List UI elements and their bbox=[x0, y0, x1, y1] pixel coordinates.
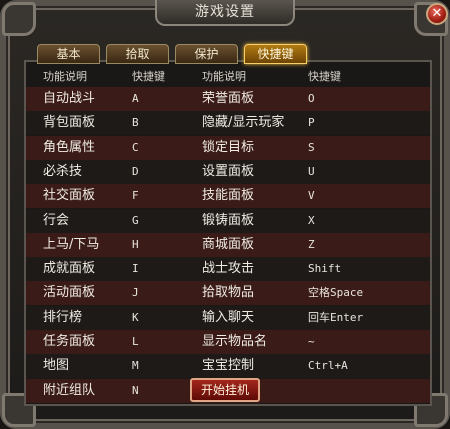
hotkey-value: G bbox=[132, 213, 139, 227]
table-row: 背包面板 B 隐藏/显示玩家 P bbox=[26, 111, 430, 136]
hotkey-value: B bbox=[132, 116, 139, 130]
function-label: 荣誉面板 bbox=[202, 91, 255, 106]
hotkey-value: I bbox=[132, 262, 139, 276]
tab-protection[interactable]: 保护 bbox=[175, 44, 238, 64]
hotkey-value: 空格Space bbox=[308, 286, 364, 300]
hotkey-value: A bbox=[132, 92, 139, 105]
window-title: 游戏设置 bbox=[155, 0, 295, 26]
header-function: 功能说明 bbox=[202, 70, 246, 83]
tab-bar: 基本 拾取 保护 快捷键 bbox=[37, 44, 307, 66]
header-hotkey: 快捷键 bbox=[132, 70, 165, 83]
function-label: 显示物品名 bbox=[202, 334, 268, 349]
function-label: 背包面板 bbox=[43, 115, 96, 131]
hotkey-value: M bbox=[132, 359, 139, 373]
function-label: 输入聊天 bbox=[202, 309, 255, 325]
function-label: 排行榜 bbox=[43, 309, 83, 325]
table-row: 地图 M 宝宝控制 Ctrl+A bbox=[26, 354, 430, 379]
function-label: 锻铸面板 bbox=[202, 212, 255, 228]
table-row: 自动战斗 A 荣誉面板 O bbox=[26, 87, 430, 111]
tab-pickup[interactable]: 拾取 bbox=[106, 44, 169, 64]
hotkey-value: J bbox=[132, 286, 139, 300]
header-function: 功能说明 bbox=[43, 70, 87, 83]
function-label: 技能面板 bbox=[202, 188, 255, 204]
table-row: 上马/下马 H 商城面板 Z bbox=[26, 232, 430, 257]
header-hotkey: 快捷键 bbox=[308, 70, 341, 83]
hotkey-value: D bbox=[132, 164, 139, 178]
function-label: 隐藏/显示玩家 bbox=[202, 115, 285, 131]
hotkey-value: K bbox=[132, 310, 139, 324]
function-label: 设置面板 bbox=[202, 163, 255, 179]
function-label: 锁定目标 bbox=[202, 139, 255, 155]
function-label: 宝宝控制 bbox=[202, 358, 255, 374]
hotkey-value: 回车Enter bbox=[308, 310, 364, 324]
hotkey-value: ~ bbox=[308, 335, 315, 348]
hotkey-value: Shift bbox=[308, 262, 342, 276]
table-row: 必杀技 D 设置面板 U bbox=[26, 159, 430, 184]
table-row: 行会 G 锻铸面板 X bbox=[26, 208, 430, 233]
function-label: 任务面板 bbox=[43, 334, 96, 349]
function-label: 拾取物品 bbox=[202, 285, 255, 301]
function-label: 自动战斗 bbox=[43, 91, 96, 106]
table-row: 角色属性 C 锁定目标 S bbox=[26, 135, 430, 160]
function-label: 附近组队 bbox=[43, 382, 96, 398]
hotkey-value: H bbox=[132, 237, 139, 251]
hotkey-value: Z bbox=[308, 237, 315, 251]
close-icon[interactable]: ✕ bbox=[426, 3, 448, 25]
tab-basic[interactable]: 基本 bbox=[37, 44, 100, 64]
table-row: 成就面板 I 战士攻击 Shift bbox=[26, 257, 430, 282]
hotkey-value: C bbox=[132, 140, 139, 154]
function-label: 地图 bbox=[43, 358, 70, 374]
table-row: 任务面板 L 显示物品名 ~ bbox=[26, 330, 430, 354]
tab-hotkeys[interactable]: 快捷键 bbox=[244, 44, 307, 64]
hotkey-value: F bbox=[132, 189, 139, 203]
function-label: 上马/下马 bbox=[43, 236, 100, 252]
hotkey-value: P bbox=[308, 116, 315, 130]
function-label: 必杀技 bbox=[43, 163, 83, 179]
hotkey-value: X bbox=[308, 213, 315, 227]
hotkey-value: S bbox=[308, 140, 315, 154]
function-label: 商城面板 bbox=[202, 236, 255, 252]
hotkey-value: N bbox=[132, 383, 139, 397]
hotkey-value: U bbox=[308, 164, 315, 178]
hotkey-value: O bbox=[308, 92, 315, 105]
function-label: 行会 bbox=[43, 212, 70, 228]
table-header: 功能说明 快捷键 功能说明 快捷键 bbox=[26, 68, 430, 86]
start-afk-button[interactable]: 开始挂机 bbox=[190, 378, 260, 402]
function-label: 社交面板 bbox=[43, 188, 96, 204]
table-row: 排行榜 K 输入聊天 回车Enter bbox=[26, 305, 430, 330]
hotkey-value: V bbox=[308, 189, 315, 203]
table-row: 社交面板 F 技能面板 V bbox=[26, 184, 430, 209]
function-label: 战士攻击 bbox=[202, 261, 255, 277]
hotkey-value: L bbox=[132, 335, 139, 348]
frame-corner-ornament bbox=[2, 2, 36, 36]
hotkey-value: Ctrl+A bbox=[308, 359, 348, 373]
function-label: 成就面板 bbox=[43, 261, 96, 277]
table-row: 活动面板 J 拾取物品 空格Space bbox=[26, 281, 430, 306]
function-label: 活动面板 bbox=[43, 285, 96, 301]
function-label: 角色属性 bbox=[43, 139, 96, 155]
